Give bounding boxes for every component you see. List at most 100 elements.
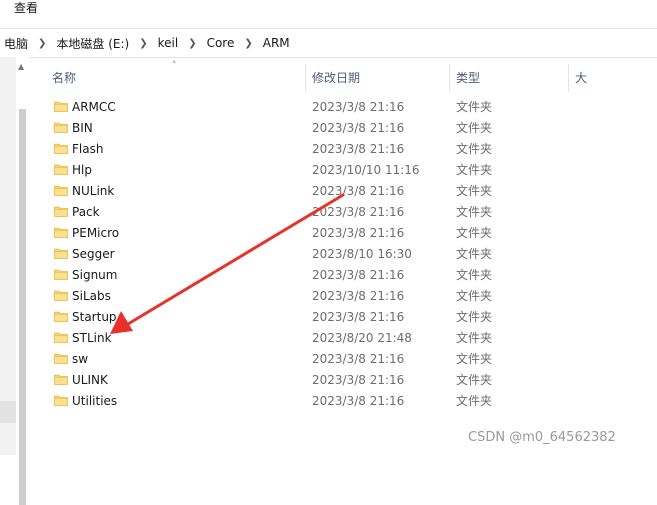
- folder-icon: [54, 101, 68, 112]
- table-row[interactable]: Pack 2023/3/8 21:16 文件夹: [44, 202, 657, 223]
- table-row[interactable]: sw 2023/3/8 21:16 文件夹: [44, 349, 657, 370]
- file-type: 文件夹: [456, 373, 493, 387]
- chevron-right-icon[interactable]: ❯: [238, 38, 258, 49]
- file-name[interactable]: Hlp: [72, 160, 92, 181]
- chevron-right-icon[interactable]: ❯: [32, 38, 52, 49]
- scroll-up-arrow-icon[interactable]: ▲: [18, 63, 24, 71]
- file-name[interactable]: Startup: [72, 307, 117, 328]
- scrollbar-thumb[interactable]: [19, 109, 26, 505]
- file-type: 文件夹: [456, 394, 493, 408]
- breadcrumb-item[interactable]: ARM: [259, 36, 294, 50]
- breadcrumb-item[interactable]: 电脑: [0, 35, 32, 52]
- folder-icon: [54, 122, 68, 133]
- column-type[interactable]: 类型: [456, 64, 480, 92]
- column-size[interactable]: 大: [575, 64, 587, 92]
- column-name[interactable]: 名称: [52, 64, 76, 92]
- file-type: 文件夹: [456, 226, 493, 240]
- file-name[interactable]: Utilities: [72, 391, 117, 412]
- folder-icon: [54, 206, 68, 217]
- column-header: ˄ 名称 修改日期 类型 大: [44, 61, 644, 92]
- file-name[interactable]: PEMicro: [72, 223, 119, 244]
- file-name[interactable]: SiLabs: [72, 286, 111, 307]
- file-name[interactable]: STLink: [72, 328, 112, 349]
- file-modified: 2023/3/8 21:16: [312, 289, 405, 303]
- breadcrumb-item[interactable]: keil: [154, 36, 183, 50]
- file-modified: 2023/3/8 21:16: [312, 373, 405, 387]
- file-modified: 2023/8/10 16:30: [312, 247, 412, 261]
- folder-icon: [54, 248, 68, 259]
- file-type: 文件夹: [456, 310, 493, 324]
- file-name[interactable]: Flash: [72, 139, 103, 160]
- navigation-selected-item[interactable]: [0, 401, 16, 423]
- table-row[interactable]: Utilities 2023/3/8 21:16 文件夹: [44, 391, 657, 412]
- folder-icon: [54, 374, 68, 385]
- file-modified: 2023/3/8 21:16: [312, 205, 405, 219]
- breadcrumb-item[interactable]: Core: [203, 36, 239, 50]
- file-name[interactable]: ARMCC: [72, 97, 116, 118]
- file-name[interactable]: NULink: [72, 181, 114, 202]
- file-modified: 2023/3/8 21:16: [312, 268, 405, 282]
- table-row[interactable]: SiLabs 2023/3/8 21:16 文件夹: [44, 286, 657, 307]
- table-row[interactable]: STLink 2023/8/20 21:48 文件夹: [44, 328, 657, 349]
- menu-view[interactable]: 查看: [14, 0, 38, 17]
- column-divider[interactable]: [568, 64, 569, 92]
- table-row[interactable]: Hlp 2023/10/10 11:16 文件夹: [44, 160, 657, 181]
- table-row[interactable]: PEMicro 2023/3/8 21:16 文件夹: [44, 223, 657, 244]
- file-modified: 2023/3/8 21:16: [312, 352, 405, 366]
- folder-icon: [54, 395, 68, 406]
- file-modified: 2023/3/8 21:16: [312, 100, 405, 114]
- folder-icon: [54, 332, 68, 343]
- table-row[interactable]: ARMCC 2023/3/8 21:16 文件夹: [44, 97, 657, 118]
- table-row[interactable]: BIN 2023/3/8 21:16 文件夹: [44, 118, 657, 139]
- file-type: 文件夹: [456, 247, 493, 261]
- file-type: 文件夹: [456, 184, 493, 198]
- column-divider[interactable]: [449, 64, 450, 92]
- navigation-scrollbar[interactable]: ▲: [16, 57, 29, 505]
- table-row[interactable]: NULink 2023/3/8 21:16 文件夹: [44, 181, 657, 202]
- file-type: 文件夹: [456, 142, 493, 156]
- file-name[interactable]: Segger: [72, 244, 115, 265]
- file-modified: 2023/3/8 21:16: [312, 394, 405, 408]
- file-list: ARMCC 2023/3/8 21:16 文件夹 BIN 2023/3/8 21:16 文…: [44, 97, 657, 412]
- folder-icon: [54, 185, 68, 196]
- file-modified: 2023/3/8 21:16: [312, 184, 405, 198]
- folder-icon: [54, 353, 68, 364]
- table-row[interactable]: Flash 2023/3/8 21:16 文件夹: [44, 139, 657, 160]
- column-divider[interactable]: [305, 64, 306, 92]
- folder-icon: [54, 269, 68, 280]
- chevron-up-icon: ˄: [172, 61, 177, 71]
- file-name[interactable]: ULINK: [72, 370, 108, 391]
- file-type: 文件夹: [456, 331, 493, 345]
- file-type: 文件夹: [456, 121, 493, 135]
- chevron-right-icon[interactable]: ❯: [182, 38, 202, 49]
- watermark: CSDN @m0_64562382: [468, 430, 616, 445]
- column-modified[interactable]: 修改日期: [312, 64, 360, 92]
- file-name[interactable]: BIN: [72, 118, 93, 139]
- table-row[interactable]: ULINK 2023/3/8 21:16 文件夹: [44, 370, 657, 391]
- file-modified: 2023/3/8 21:16: [312, 121, 405, 135]
- file-modified: 2023/3/8 21:16: [312, 226, 405, 240]
- folder-icon: [54, 311, 68, 322]
- file-modified: 2023/8/20 21:48: [312, 331, 412, 345]
- file-name[interactable]: sw: [72, 349, 88, 370]
- file-modified: 2023/3/8 21:16: [312, 310, 405, 324]
- file-name[interactable]: Pack: [72, 202, 100, 223]
- file-modified: 2023/10/10 11:16: [312, 163, 420, 177]
- folder-icon: [54, 164, 68, 175]
- file-type: 文件夹: [456, 163, 493, 177]
- navigation-pane[interactable]: [0, 57, 16, 455]
- file-modified: 2023/3/8 21:16: [312, 142, 405, 156]
- breadcrumb-item[interactable]: 本地磁盘 (E:): [52, 35, 133, 52]
- folder-icon: [54, 227, 68, 238]
- table-row[interactable]: Startup 2023/3/8 21:16 文件夹: [44, 307, 657, 328]
- chevron-right-icon[interactable]: ❯: [133, 38, 153, 49]
- table-row[interactable]: Signum 2023/3/8 21:16 文件夹: [44, 265, 657, 286]
- table-row[interactable]: Segger 2023/8/10 16:30 文件夹: [44, 244, 657, 265]
- file-type: 文件夹: [456, 289, 493, 303]
- folder-icon: [54, 290, 68, 301]
- address-bar[interactable]: 电脑 ❯ 本地磁盘 (E:) ❯ keil ❯ Core ❯ ARM: [0, 28, 657, 58]
- folder-icon: [54, 143, 68, 154]
- breadcrumb: 电脑 ❯ 本地磁盘 (E:) ❯ keil ❯ Core ❯ ARM: [0, 29, 294, 57]
- menu-bar: 查看: [0, 0, 657, 19]
- file-name[interactable]: Signum: [72, 265, 117, 286]
